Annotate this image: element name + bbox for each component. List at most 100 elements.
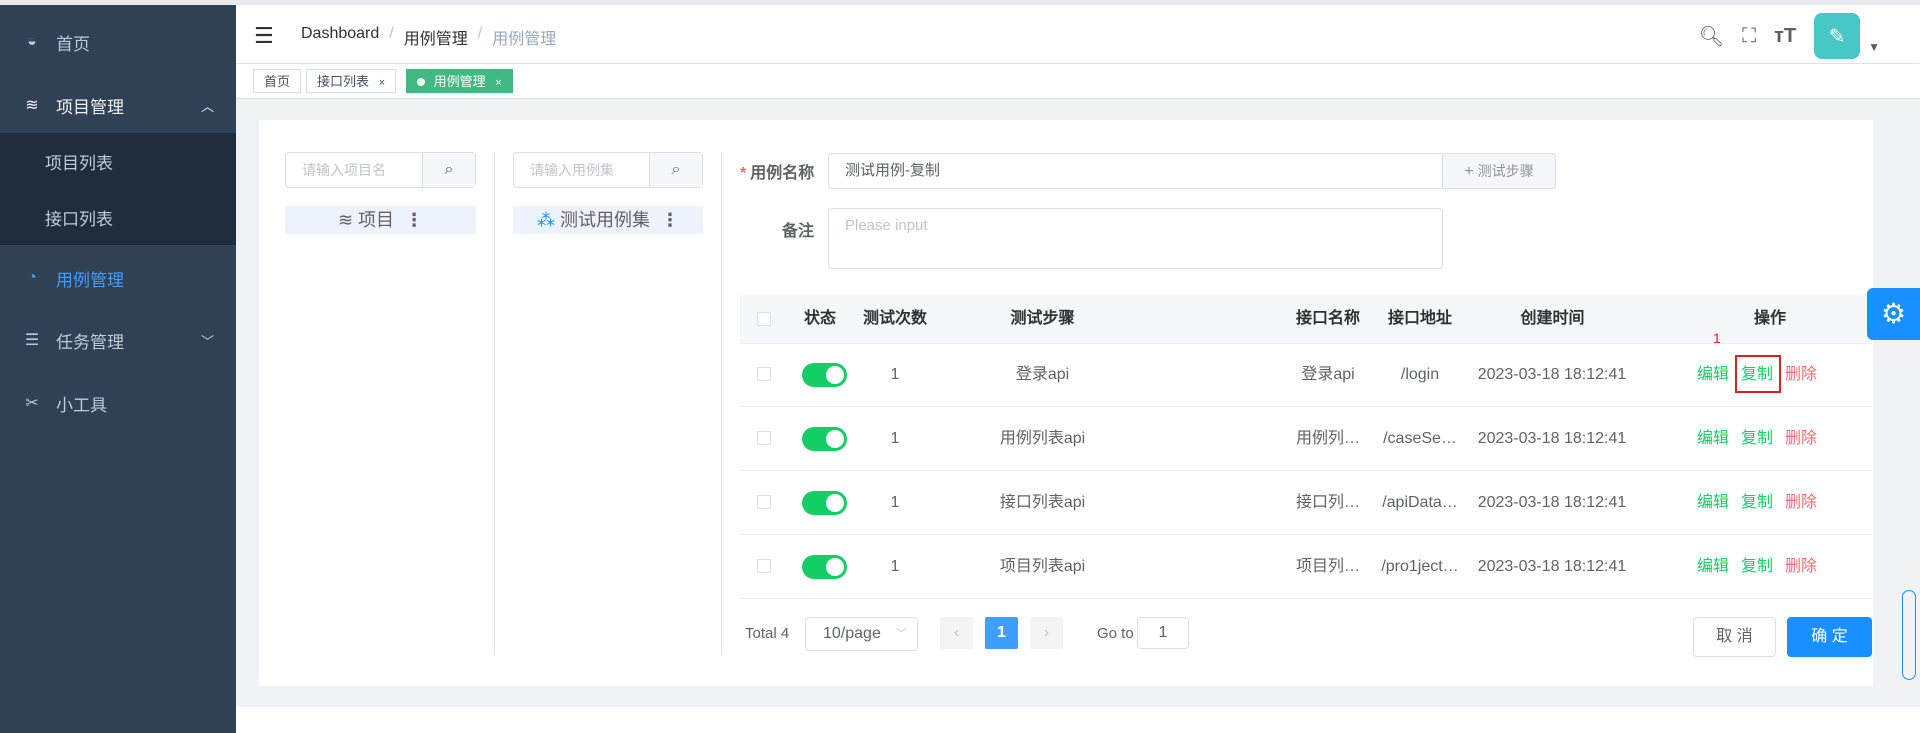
api-name-cell: 接口列…	[1295, 494, 1360, 511]
status-switch[interactable]	[802, 427, 847, 451]
sidebar-item-home[interactable]: ◒ 首页	[0, 12, 236, 72]
step-cell: 登录api	[1015, 366, 1070, 383]
list-icon: ☰	[24, 332, 40, 349]
search-icon[interactable]: 🔍︎	[1699, 24, 1724, 49]
tag-api-list[interactable]: 接口列表 ×	[306, 69, 397, 93]
api-url-cell: /login	[1400, 366, 1440, 383]
count-cell: 1	[890, 494, 900, 511]
edit-link[interactable]: 编辑	[1697, 343, 1729, 406]
divider	[494, 152, 495, 655]
gauge-icon: ◔	[27, 269, 37, 286]
prev-page-button[interactable]: ‹	[940, 617, 973, 649]
created-cell: 2023-03-18 18:12:41	[1477, 366, 1627, 383]
scrollbar-thumb[interactable]	[1902, 590, 1916, 680]
row-checkbox[interactable]	[757, 495, 771, 509]
api-name-cell: 用例列…	[1295, 430, 1360, 447]
search-icon[interactable]: ⌕	[649, 153, 702, 187]
more-icon[interactable]: ⋮	[405, 210, 423, 230]
settings-gear-icon[interactable]: ⚙	[1867, 288, 1920, 340]
sidebar-item-tools[interactable]: ✂ 小工具	[0, 373, 236, 433]
more-icon[interactable]: ⋮	[661, 210, 679, 230]
caret-down-icon[interactable]: ▼	[1868, 40, 1880, 54]
page-number-current[interactable]: 1	[985, 617, 1018, 649]
row-checkbox[interactable]	[757, 431, 771, 445]
breadcrumb-separator: /	[477, 25, 483, 42]
font-size-icon[interactable]: тT	[1774, 25, 1796, 48]
copy-link[interactable]: 复制	[1741, 407, 1773, 470]
column-header: 操作	[1753, 310, 1786, 327]
search-icon[interactable]: ⌕	[422, 153, 475, 187]
tag-home[interactable]: 首页	[253, 69, 302, 93]
count-cell: 1	[890, 366, 900, 383]
page-size-value: 10/page	[823, 625, 881, 642]
active-dot	[417, 78, 425, 86]
delete-link[interactable]: 删除	[1785, 471, 1817, 534]
avatar[interactable]: ✎	[1814, 13, 1861, 59]
edit-link[interactable]: 编辑	[1697, 535, 1729, 598]
breadcrumb-item[interactable]: Dashboard	[301, 25, 379, 49]
sidebar-item-project-list[interactable]: 项目列表	[0, 133, 236, 189]
status-switch[interactable]	[802, 555, 847, 579]
case-name-input[interactable]: 测试用例-复制	[828, 153, 1443, 189]
status-switch[interactable]	[802, 491, 847, 515]
status-switch[interactable]	[802, 363, 847, 387]
close-icon[interactable]: ×	[495, 77, 501, 89]
close-icon[interactable]: ×	[379, 77, 385, 89]
case-name-label: * 用例名称	[740, 159, 814, 183]
hamburger-icon[interactable]: ☰	[254, 23, 274, 49]
project-search: 请输入项目名 ⌕	[285, 152, 476, 188]
navbar: ☰ Dashboard / 用例管理 / 用例管理 🔍︎ ⛶ тT ✎ ▼	[236, 5, 1920, 64]
next-page-button[interactable]: ›	[1030, 617, 1063, 649]
required-mark: *	[740, 165, 747, 182]
copy-highlight-box	[1735, 355, 1781, 393]
remark-textarea[interactable]: Please input	[828, 208, 1443, 269]
table-row: 1 用例列表api 用例列… /caseSe… 2023-03-18 18:12…	[740, 407, 1872, 471]
sidebar-item-label: 小工具	[56, 395, 107, 415]
created-cell: 2023-03-18 18:12:41	[1477, 430, 1627, 447]
goto-input[interactable]: 1	[1137, 617, 1189, 649]
project-tree-node[interactable]: ≋ 项目 ⋮	[285, 206, 476, 234]
row-checkbox[interactable]	[757, 559, 771, 573]
column-header: 创建时间	[1520, 310, 1585, 327]
goto-label: Go to	[1097, 625, 1134, 642]
suite-search: 请输入用例集 ⌕	[513, 152, 703, 188]
edit-link[interactable]: 编辑	[1697, 407, 1729, 470]
tag-label: 用例管理	[433, 74, 486, 89]
test-step-button[interactable]: + 测试步骤	[1442, 153, 1556, 189]
confirm-button[interactable]: 确 定	[1787, 617, 1872, 657]
cancel-button[interactable]: 取 消	[1693, 617, 1776, 657]
tag-case-management[interactable]: 用例管理 ×	[406, 69, 513, 93]
sidebar-item-task-management[interactable]: ☰ 任务管理 ﹀	[0, 310, 236, 370]
edit-link[interactable]: 编辑	[1697, 471, 1729, 534]
column-header: 状态	[803, 310, 836, 327]
delete-link[interactable]: 删除	[1785, 343, 1817, 406]
chevron-up-icon: ︿	[200, 98, 214, 114]
project-search-input[interactable]: 请输入项目名	[286, 153, 422, 187]
tags-view: 首页 接口列表 × 用例管理 ×	[236, 64, 1920, 99]
column-header: 接口名称	[1295, 310, 1360, 327]
breadcrumb-item[interactable]: 用例管理	[404, 25, 468, 49]
copy-link[interactable]: 复制	[1741, 471, 1773, 534]
column-header: 测试步骤	[1010, 310, 1075, 327]
chevron-down-icon: ﹀	[896, 628, 907, 640]
sidebar-item-label: 首页	[56, 34, 90, 54]
copy-link[interactable]: 复制	[1741, 535, 1773, 598]
sidebar-item-case-management[interactable]: ◔ 用例管理	[0, 248, 236, 308]
pagination-total: Total 4	[745, 625, 790, 642]
layers-icon: ≋	[25, 97, 39, 114]
sidebar-item-project-management[interactable]: ≋ 项目管理 ︿	[0, 75, 236, 135]
created-cell: 2023-03-18 18:12:41	[1477, 558, 1627, 575]
dashboard-icon: ◒	[27, 33, 37, 50]
row-checkbox[interactable]	[757, 367, 771, 381]
delete-link[interactable]: 删除	[1785, 407, 1817, 470]
suite-tree-node[interactable]: ⁂ 测试用例集 ⋮	[513, 206, 703, 234]
count-cell: 1	[890, 558, 900, 575]
page-size-select[interactable]: 10/page ﹀	[805, 617, 918, 651]
suite-search-input[interactable]: 请输入用例集	[514, 153, 649, 187]
select-all-checkbox[interactable]	[757, 312, 771, 326]
fullscreen-icon[interactable]: ⛶	[1742, 25, 1756, 48]
sidebar-item-api-list[interactable]: 接口列表	[0, 189, 236, 245]
sidebar: ◒ 首页 ≋ 项目管理 ︿ 项目列表 接口列表 ◔ 用例管理 ☰ 任务管理 ﹀ …	[0, 5, 236, 733]
count-cell: 1	[890, 430, 900, 447]
delete-link[interactable]: 删除	[1785, 535, 1817, 598]
